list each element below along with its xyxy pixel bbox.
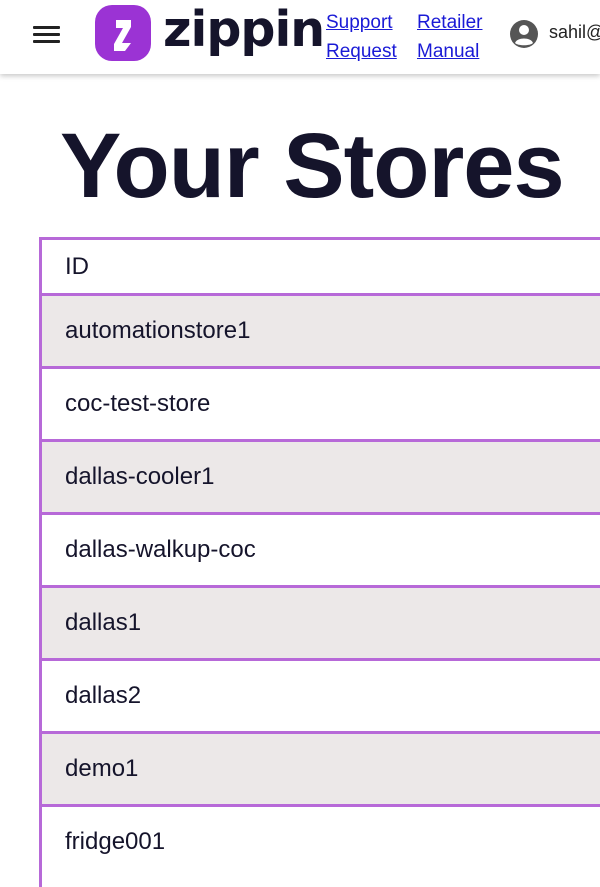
store-id-cell[interactable]: fridge001 bbox=[42, 804, 600, 877]
table-row[interactable]: dallas-walkup-coc bbox=[42, 512, 600, 587]
table-row[interactable]: dallas2 bbox=[42, 658, 600, 733]
zippin-logo-icon[interactable] bbox=[95, 5, 151, 61]
user-account-icon[interactable] bbox=[509, 19, 539, 49]
table-row[interactable]: fridge001 bbox=[42, 804, 600, 877]
table-row[interactable]: coc-test-store bbox=[42, 366, 600, 441]
brand-name[interactable]: zippin bbox=[163, 0, 325, 60]
table-row[interactable]: automationstore1 bbox=[42, 293, 600, 368]
top-bar: zippin Support Request Retailer Manual s… bbox=[0, 0, 600, 74]
retailer-manual-link[interactable]: Retailer Manual bbox=[417, 8, 482, 66]
page-title: Your Stores bbox=[60, 115, 565, 217]
stores-table: ID automationstore1 coc-test-store dalla… bbox=[39, 237, 600, 887]
store-id-cell[interactable]: coc-test-store bbox=[42, 366, 600, 441]
retailer-manual-link-line-2: Manual bbox=[417, 41, 480, 62]
store-id-cell[interactable]: demo1 bbox=[42, 731, 600, 806]
table-row[interactable]: dallas-cooler1 bbox=[42, 439, 600, 514]
support-request-link-line-1: Support bbox=[326, 12, 393, 33]
store-id-cell[interactable]: automationstore1 bbox=[42, 293, 600, 368]
store-id-cell[interactable]: dallas2 bbox=[42, 658, 600, 733]
support-request-link[interactable]: Support Request bbox=[326, 8, 397, 66]
store-id-cell[interactable]: dallas1 bbox=[42, 585, 600, 660]
retailer-manual-link-line-1: Retailer bbox=[417, 12, 483, 33]
column-header-id[interactable]: ID bbox=[42, 237, 600, 295]
username-label[interactable]: sahil@ bbox=[549, 22, 600, 43]
store-id-cell[interactable]: dallas-cooler1 bbox=[42, 439, 600, 514]
support-request-link-line-2: Request bbox=[326, 41, 397, 62]
hamburger-menu-icon[interactable] bbox=[33, 24, 61, 46]
table-row[interactable]: dallas1 bbox=[42, 585, 600, 660]
table-row[interactable]: demo1 bbox=[42, 731, 600, 806]
stores-table-grid: ID automationstore1 coc-test-store dalla… bbox=[42, 237, 600, 877]
store-id-cell[interactable]: dallas-walkup-coc bbox=[42, 512, 600, 587]
table-header-row: ID bbox=[42, 237, 600, 295]
